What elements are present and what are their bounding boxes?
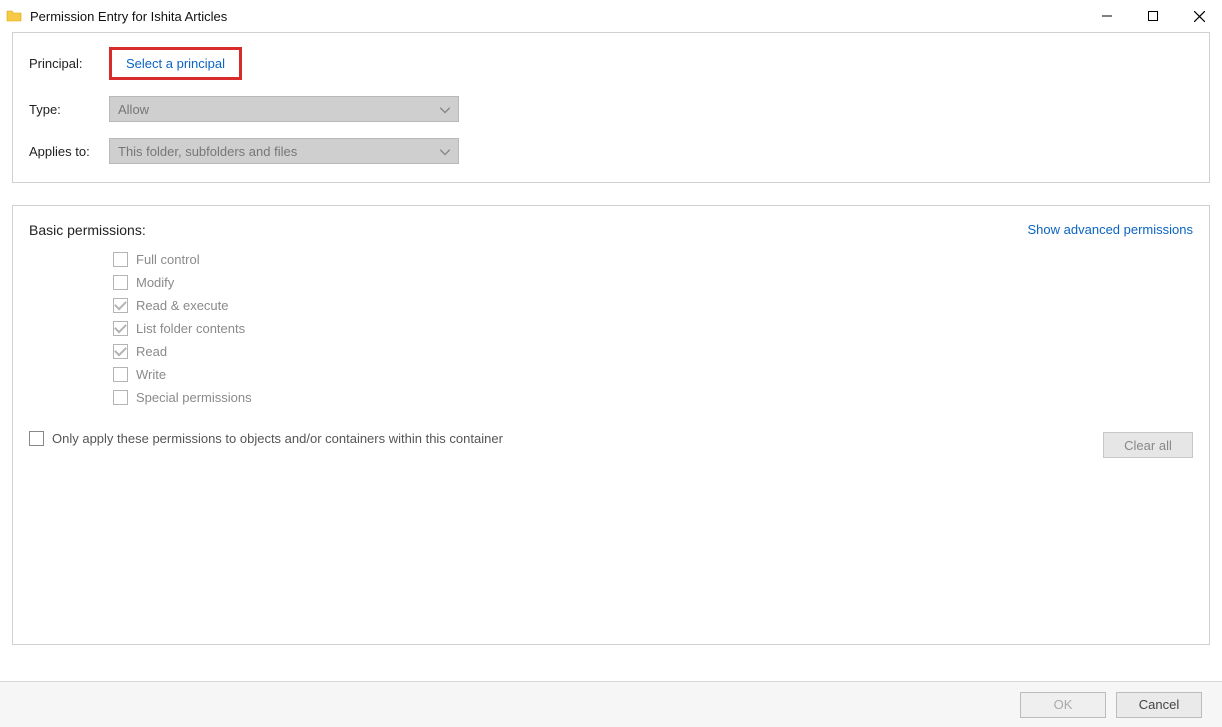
permission-list-folder-contents[interactable]: List folder contents [113, 321, 1193, 336]
permission-modify[interactable]: Modify [113, 275, 1193, 290]
permission-label: List folder contents [136, 321, 245, 336]
folder-icon [6, 8, 22, 24]
checkbox[interactable] [113, 298, 128, 313]
principal-highlight-box: Select a principal [109, 47, 242, 80]
checkbox[interactable] [113, 390, 128, 405]
cancel-button[interactable]: Cancel [1116, 692, 1202, 718]
clear-all-button[interactable]: Clear all [1103, 432, 1193, 458]
permission-label: Read [136, 344, 167, 359]
type-select[interactable]: Allow [109, 96, 459, 122]
chevron-down-icon [440, 102, 450, 117]
principal-label: Principal: [29, 56, 109, 71]
applies-to-select-value: This folder, subfolders and files [118, 144, 297, 159]
applies-to-select[interactable]: This folder, subfolders and files [109, 138, 459, 164]
checkbox[interactable] [113, 275, 128, 290]
type-label: Type: [29, 102, 109, 117]
permission-write[interactable]: Write [113, 367, 1193, 382]
principal-panel: Principal: Select a principal Type: Allo… [12, 32, 1210, 183]
permission-special[interactable]: Special permissions [113, 390, 1193, 405]
maximize-button[interactable] [1130, 0, 1176, 32]
type-select-value: Allow [118, 102, 149, 117]
close-button[interactable] [1176, 0, 1222, 32]
only-apply-label: Only apply these permissions to objects … [52, 431, 503, 446]
checkbox[interactable] [113, 367, 128, 382]
basic-permissions-heading: Basic permissions: [29, 222, 146, 238]
permissions-list: Full control Modify Read & execute List … [113, 252, 1193, 405]
applies-to-label: Applies to: [29, 144, 109, 159]
permission-label: Write [136, 367, 166, 382]
permission-read-execute[interactable]: Read & execute [113, 298, 1193, 313]
checkbox[interactable] [113, 252, 128, 267]
permission-read[interactable]: Read [113, 344, 1193, 359]
checkbox[interactable] [29, 431, 44, 446]
ok-button[interactable]: OK [1020, 692, 1106, 718]
window-title: Permission Entry for Ishita Articles [30, 9, 1084, 24]
chevron-down-icon [440, 144, 450, 159]
permission-label: Full control [136, 252, 200, 267]
select-principal-link[interactable]: Select a principal [126, 56, 225, 71]
checkbox[interactable] [113, 344, 128, 359]
permission-label: Modify [136, 275, 174, 290]
permissions-panel: Basic permissions: Show advanced permiss… [12, 205, 1210, 645]
only-apply-row[interactable]: Only apply these permissions to objects … [29, 431, 1193, 446]
permission-full-control[interactable]: Full control [113, 252, 1193, 267]
checkbox[interactable] [113, 321, 128, 336]
minimize-button[interactable] [1084, 0, 1130, 32]
permission-label: Read & execute [136, 298, 229, 313]
title-bar: Permission Entry for Ishita Articles [0, 0, 1222, 32]
show-advanced-permissions-link[interactable]: Show advanced permissions [1028, 222, 1193, 238]
permission-label: Special permissions [136, 390, 252, 405]
window-controls [1084, 0, 1222, 32]
dialog-footer: OK Cancel [0, 681, 1222, 727]
